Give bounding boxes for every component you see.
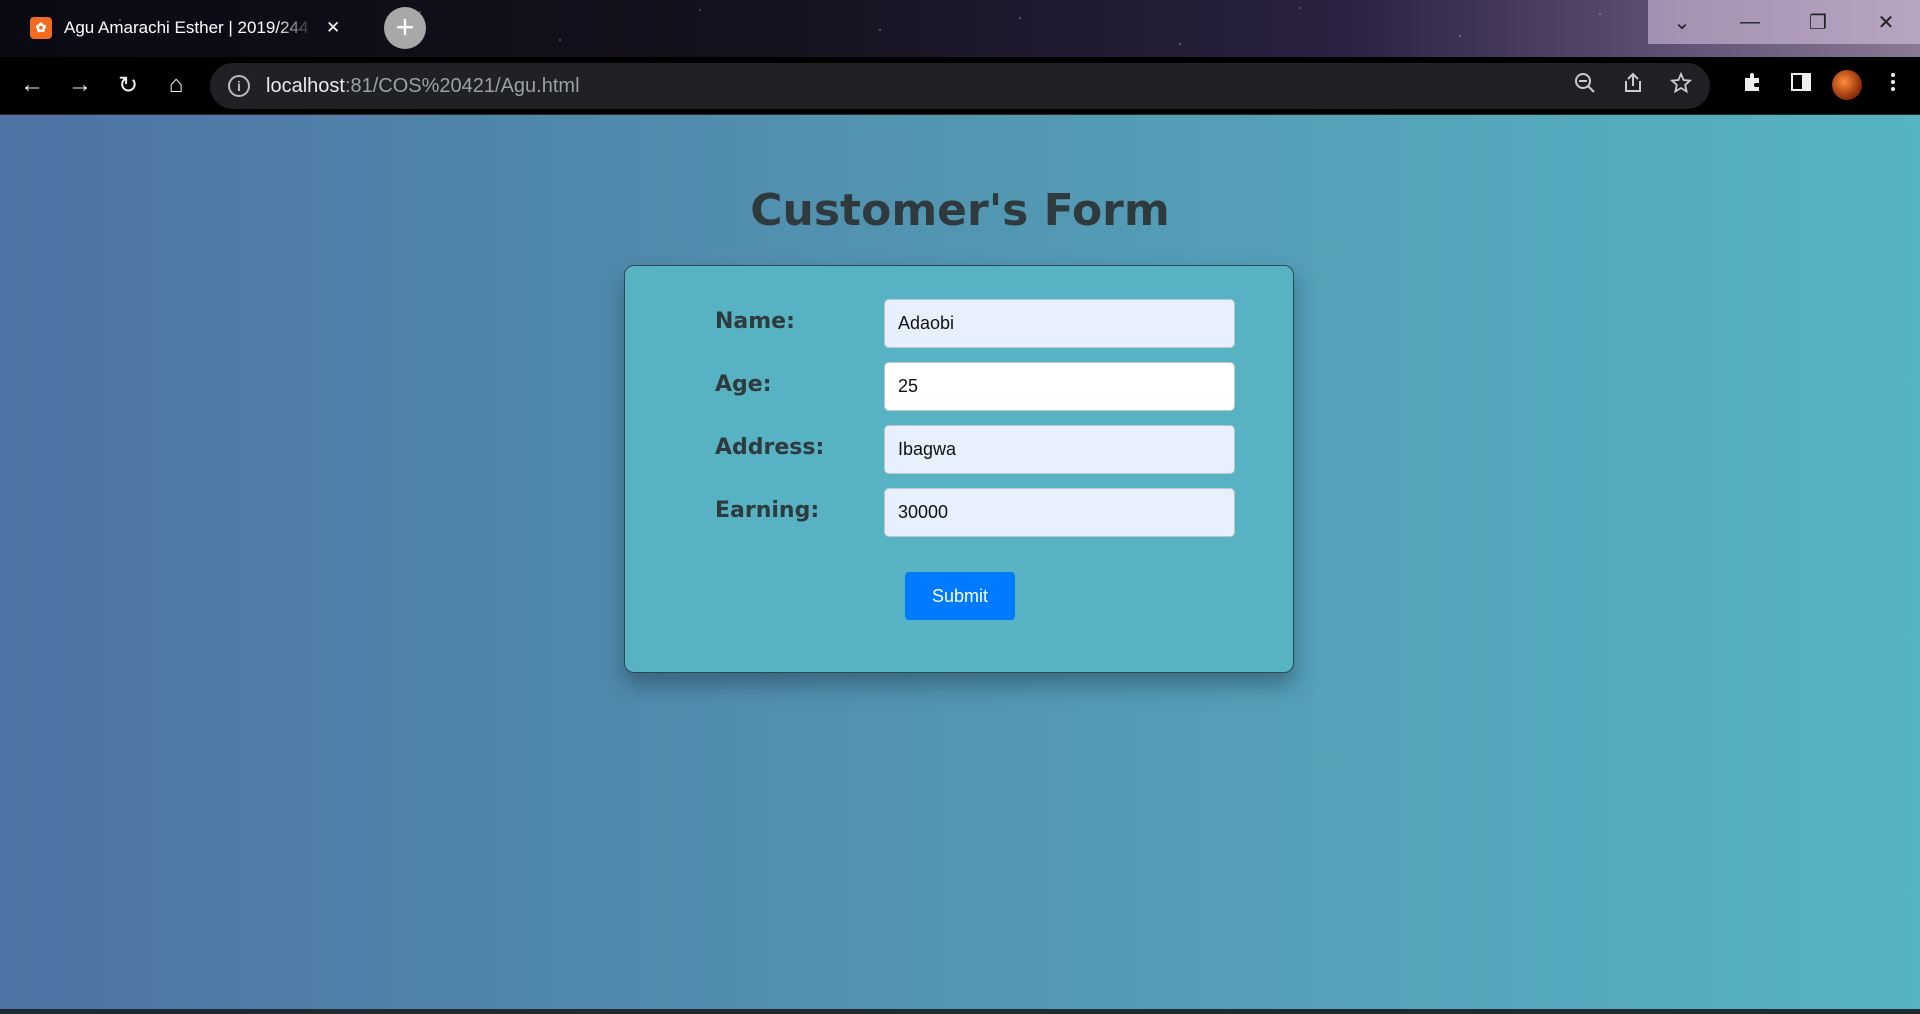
address-label: Address:: [715, 435, 825, 460]
browser-toolbar: ← → ↻ ⌂ i localhost:81/COS%20421/Agu.htm…: [0, 57, 1920, 115]
xampp-icon: ✿: [30, 17, 52, 39]
restore-button[interactable]: ❐: [1784, 0, 1852, 44]
zoom-out-icon[interactable]: [1568, 72, 1602, 100]
form-row-address: Address:: [715, 425, 1235, 475]
age-label: Age:: [715, 372, 772, 397]
earning-input[interactable]: [884, 488, 1235, 537]
star-icon[interactable]: [1664, 71, 1698, 100]
browser-title-bar: ✿ Agu Amarachi Esther | 2019/244 ✕ + ⌄ —…: [0, 0, 1920, 57]
url-path: :81/COS%20421/Agu.html: [344, 74, 580, 97]
close-window-button[interactable]: ✕: [1852, 0, 1920, 44]
home-icon[interactable]: ⌂: [158, 67, 194, 103]
bottom-edge: [0, 1009, 1920, 1014]
tab-search-icon[interactable]: ⌄: [1648, 0, 1716, 44]
menu-icon[interactable]: [1876, 71, 1910, 99]
page-title: Customer's Form: [750, 185, 1170, 236]
form-row-earning: Earning:: [715, 488, 1235, 538]
page-viewport: Customer's Form Name: Age: Address: Earn…: [0, 115, 1920, 1009]
url-text[interactable]: localhost:81/COS%20421/Agu.html: [266, 75, 580, 98]
tab-close-icon[interactable]: ✕: [326, 18, 340, 38]
tab-title: Agu Amarachi Esther | 2019/244: [64, 18, 309, 37]
share-icon[interactable]: [1616, 72, 1650, 100]
window-controls: ⌄ — ❐ ✕: [1648, 0, 1920, 44]
profile-avatar[interactable]: [1832, 70, 1862, 100]
address-input[interactable]: [884, 425, 1235, 474]
name-input[interactable]: [884, 299, 1235, 348]
new-tab-button[interactable]: +: [384, 7, 426, 49]
site-info-icon[interactable]: i: [228, 75, 250, 97]
form-row-age: Age:: [715, 362, 1235, 412]
form-row-name: Name:: [715, 299, 1235, 349]
side-panel-icon[interactable]: [1784, 71, 1818, 99]
reload-icon[interactable]: ↻: [110, 67, 146, 103]
age-input[interactable]: [884, 362, 1235, 411]
earning-label: Earning:: [715, 498, 820, 523]
back-icon[interactable]: ←: [14, 67, 50, 103]
submit-button[interactable]: Submit: [905, 572, 1015, 620]
name-label: Name:: [715, 309, 795, 334]
forward-icon[interactable]: →: [62, 67, 98, 103]
extensions-icon[interactable]: [1736, 71, 1770, 99]
minimize-button[interactable]: —: [1716, 0, 1784, 44]
address-bar[interactable]: i localhost:81/COS%20421/Agu.html: [210, 63, 1710, 109]
browser-tab[interactable]: ✿ Agu Amarachi Esther | 2019/244 ✕: [16, 8, 356, 48]
url-host: localhost: [266, 74, 345, 97]
customer-form: Name: Age: Address: Earning: Submit: [624, 265, 1294, 673]
